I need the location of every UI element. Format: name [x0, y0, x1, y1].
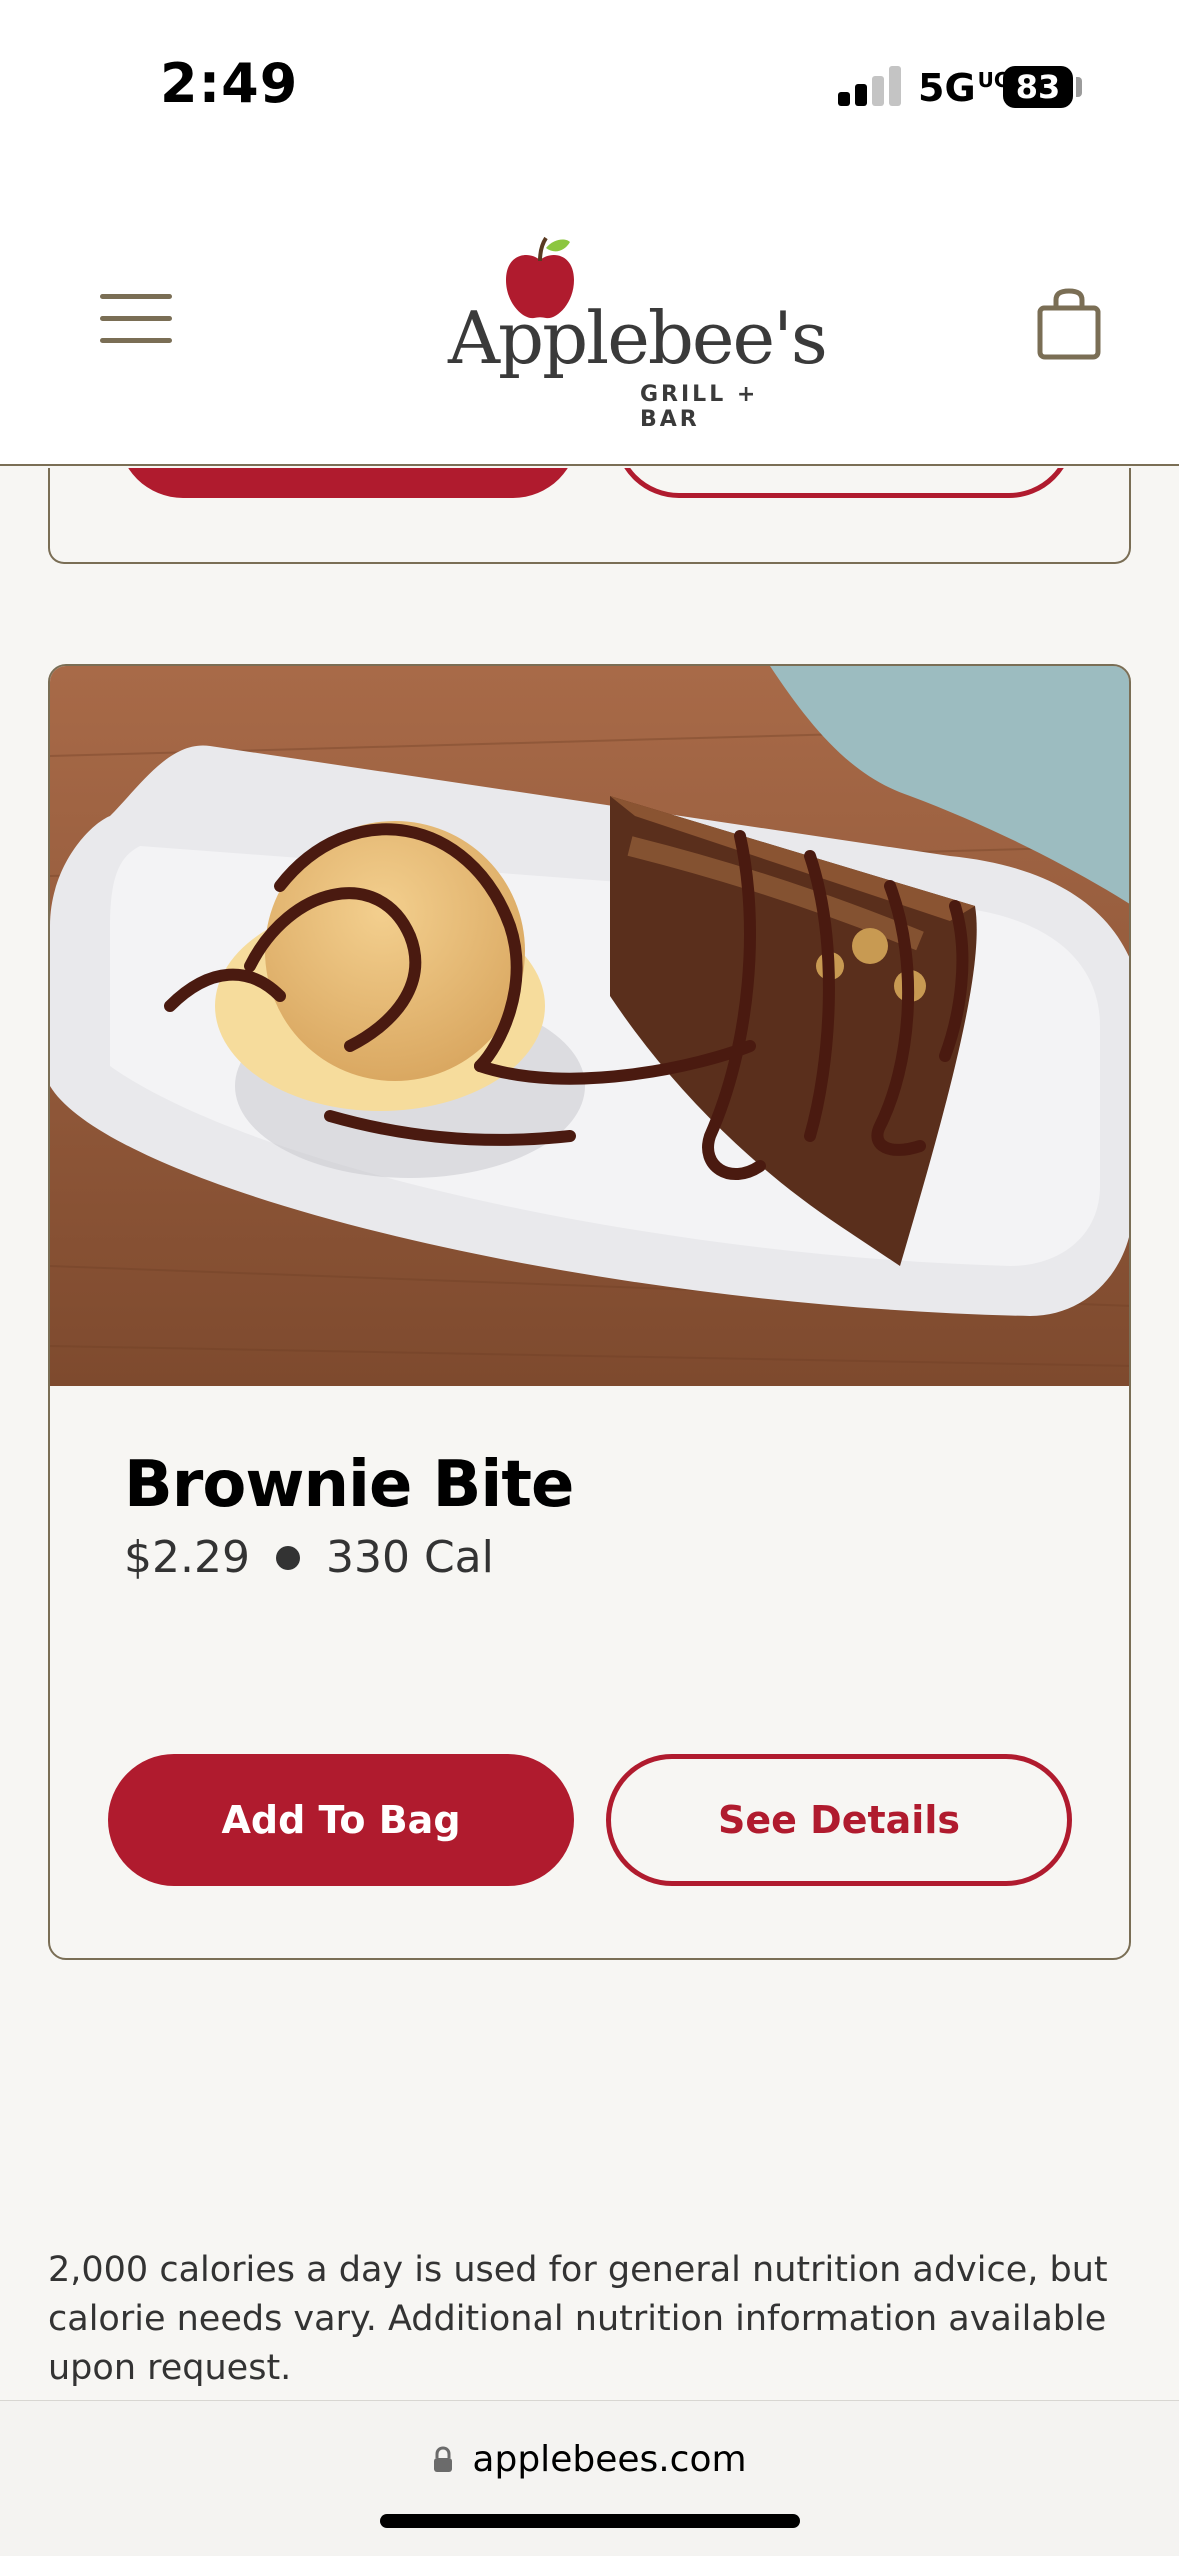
- battery-icon: 83: [1003, 66, 1073, 108]
- status-time: 2:49: [160, 52, 299, 115]
- product-card: Brownie Bite $2.29 330 Cal Add To Bag Se…: [48, 664, 1131, 1960]
- battery-level: 83: [1015, 68, 1061, 106]
- network-indicator: 5G UC: [918, 66, 1009, 110]
- network-label: 5G: [918, 66, 976, 110]
- logo-subtext: GRILL + BAR: [640, 382, 759, 432]
- hamburger-menu-icon[interactable]: [100, 294, 174, 344]
- lock-icon: [434, 2445, 453, 2472]
- battery-nub: [1076, 77, 1082, 97]
- logo-wordmark: Applebee's: [448, 296, 828, 380]
- separator-dot: [275, 1545, 300, 1570]
- product-calories: 330 Cal: [325, 1532, 494, 1583]
- add-to-bag-button[interactable]: Add To Bag: [108, 1754, 574, 1886]
- previous-product-card: [48, 468, 1131, 564]
- previous-add-to-bag-button[interactable]: [118, 468, 578, 498]
- signal-strength-icon: [838, 66, 901, 106]
- previous-see-details-button[interactable]: [614, 468, 1074, 498]
- product-image: [50, 666, 1129, 1386]
- status-bar: 2:49 5G UC 83: [0, 0, 1179, 170]
- product-name: Brownie Bite: [124, 1448, 574, 1522]
- url-row: applebees.com: [0, 2439, 1179, 2480]
- see-details-button[interactable]: See Details: [606, 1754, 1072, 1886]
- applebees-logo[interactable]: Applebee's GRILL + BAR: [440, 234, 828, 432]
- product-meta: $2.29 330 Cal: [124, 1532, 494, 1583]
- product-price: $2.29: [124, 1532, 250, 1583]
- site-header: Applebee's GRILL + BAR: [0, 170, 1179, 466]
- home-indicator[interactable]: [380, 2514, 800, 2528]
- url-text: applebees.com: [472, 2439, 747, 2480]
- nutrition-disclaimer: 2,000 calories a day is used for general…: [48, 2250, 1108, 2388]
- shopping-bag-icon[interactable]: [1036, 288, 1102, 360]
- browser-url-bar[interactable]: applebees.com: [0, 2400, 1179, 2556]
